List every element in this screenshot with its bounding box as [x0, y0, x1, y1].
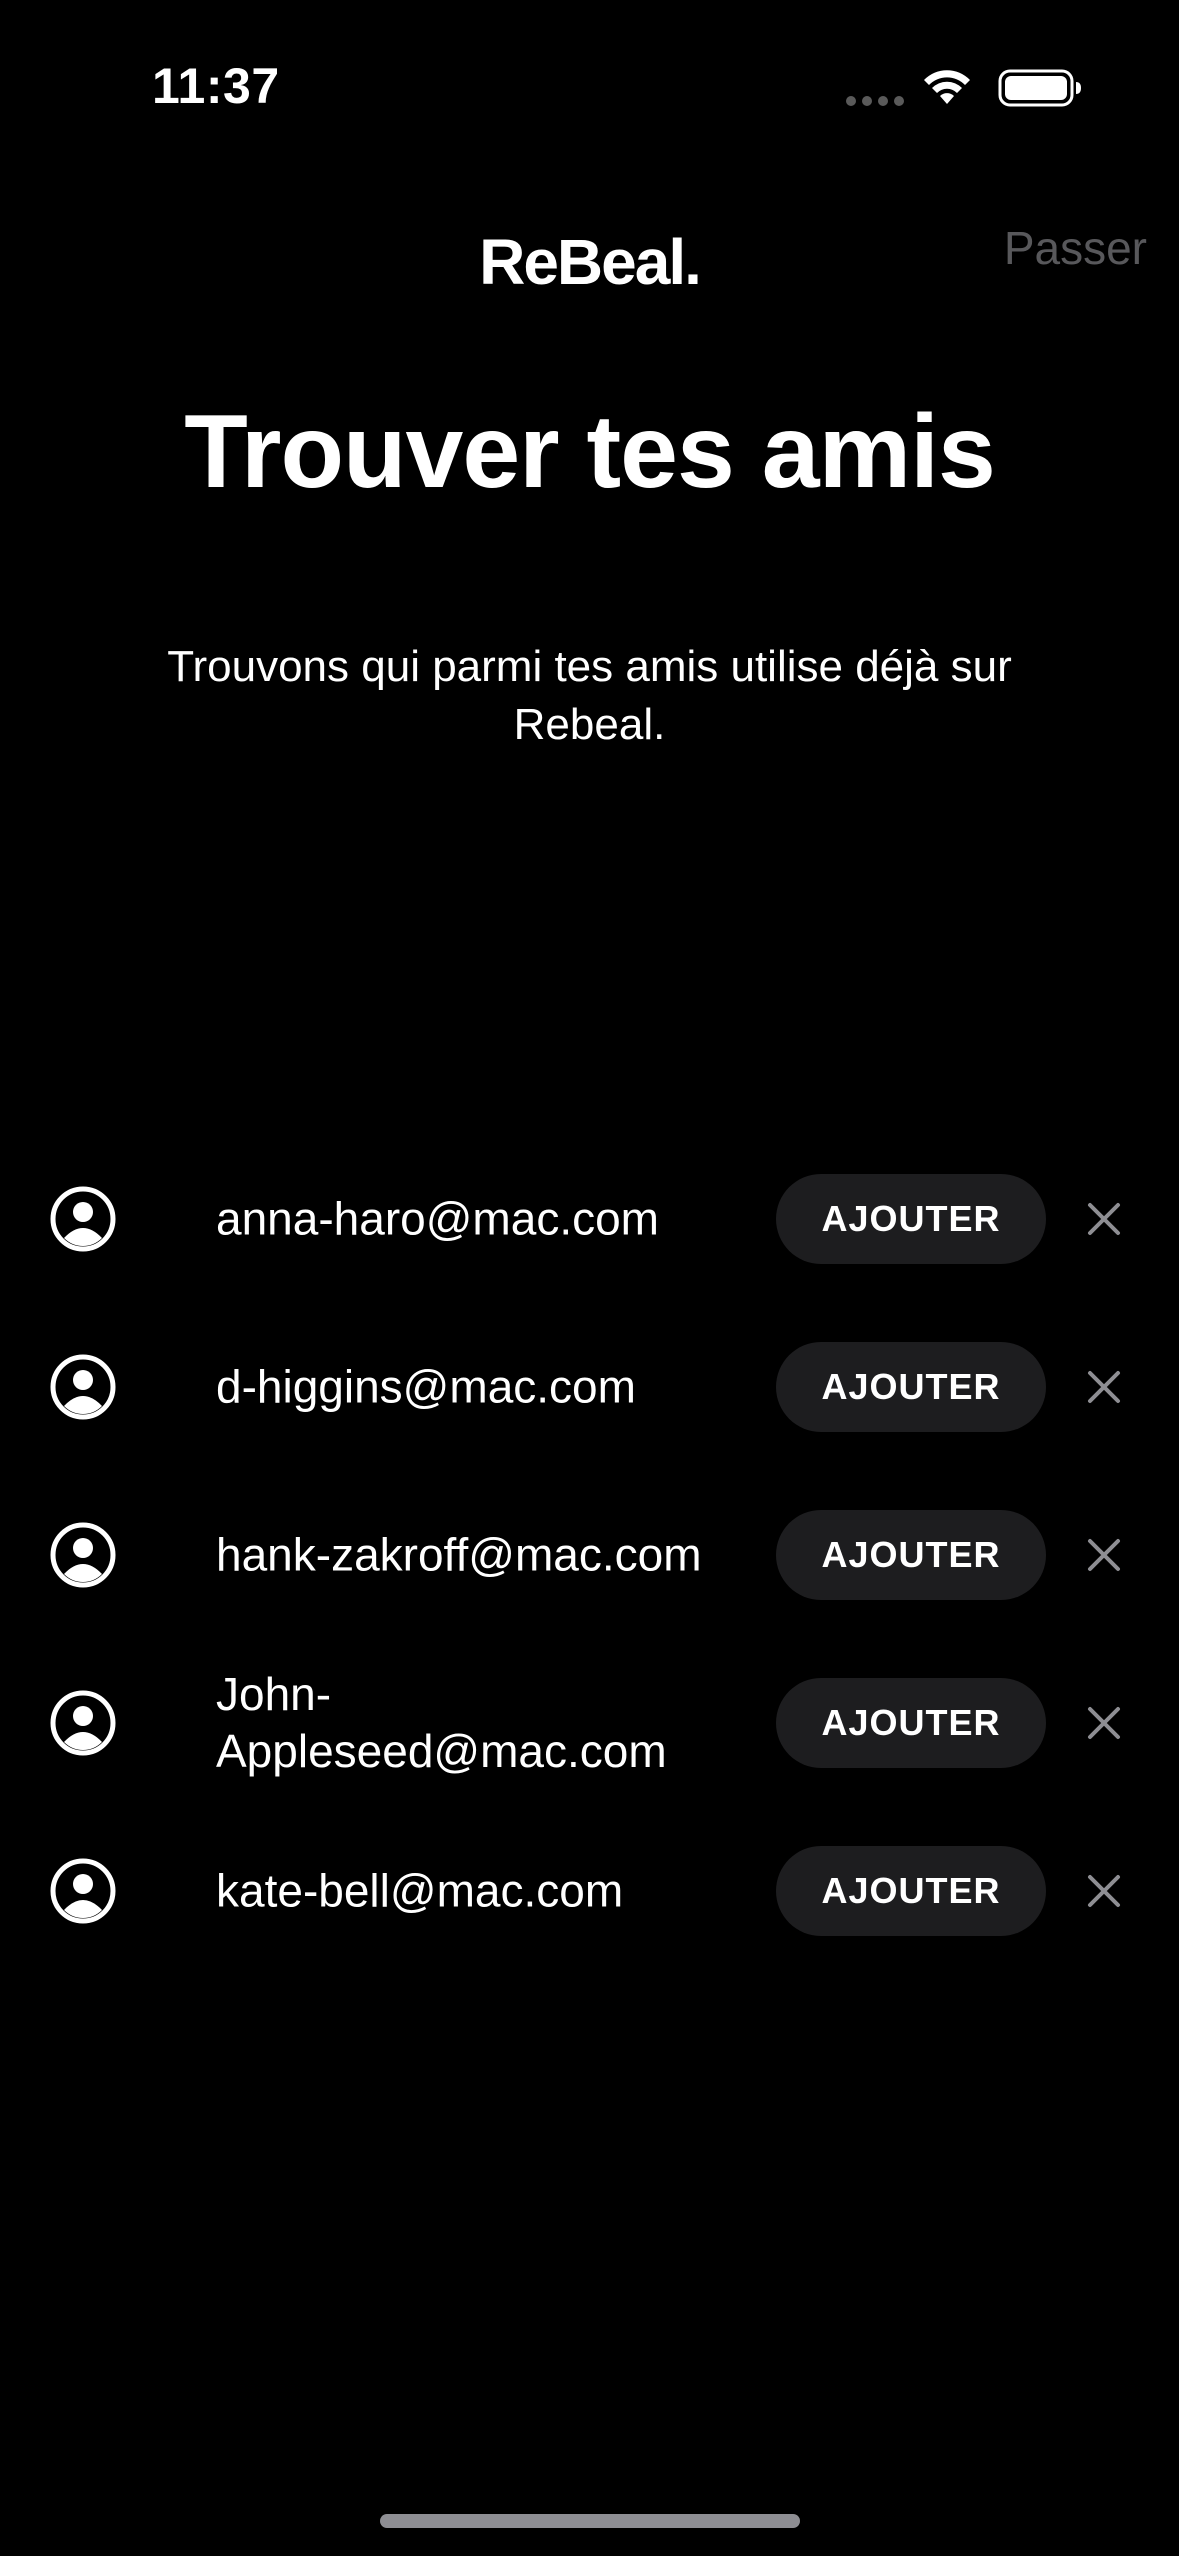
contact-row: anna-haro@mac.com AJOUTER [0, 1135, 1179, 1303]
close-icon[interactable] [1082, 1365, 1126, 1409]
status-time: 11:37 [152, 58, 280, 114]
person-circle-icon [50, 1186, 116, 1252]
person-circle-icon [50, 1858, 116, 1924]
close-icon[interactable] [1082, 1197, 1126, 1241]
brand-logo: ReBeal. [479, 226, 702, 298]
home-indicator[interactable] [380, 2514, 800, 2528]
add-friend-button[interactable]: AJOUTER [776, 1846, 1046, 1936]
person-circle-icon [50, 1690, 116, 1756]
add-friend-button[interactable]: AJOUTER [776, 1678, 1046, 1768]
person-circle-icon [50, 1522, 116, 1588]
close-icon[interactable] [1082, 1701, 1126, 1745]
close-icon[interactable] [1082, 1869, 1126, 1913]
contact-email: John-Appleseed@mac.com [216, 1668, 667, 1777]
contact-email: anna-haro@mac.com [216, 1192, 659, 1245]
wifi-icon [924, 70, 970, 104]
add-friend-button[interactable]: AJOUTER [776, 1510, 1046, 1600]
page-subtitle: Trouvons qui parmi tes amis utilise déjà… [167, 642, 1012, 749]
contact-row: d-higgins@mac.com AJOUTER [0, 1303, 1179, 1471]
person-circle-icon [50, 1354, 116, 1420]
contact-row: hank-zakroff@mac.com AJOUTER [0, 1471, 1179, 1639]
close-icon[interactable] [1082, 1533, 1126, 1577]
battery-icon [998, 69, 1081, 107]
skip-button[interactable]: Passer [1004, 218, 1147, 278]
contact-email: d-higgins@mac.com [216, 1360, 636, 1413]
contact-email: hank-zakroff@mac.com [216, 1528, 702, 1581]
status-bar: 11:37 [0, 0, 1179, 150]
contact-row: John-Appleseed@mac.com AJOUTER [0, 1639, 1179, 1807]
contact-row: kate-bell@mac.com AJOUTER [0, 1807, 1179, 1975]
add-friend-button[interactable]: AJOUTER [776, 1342, 1046, 1432]
contact-email: kate-bell@mac.com [216, 1864, 624, 1917]
cellular-signal-icon [846, 96, 904, 106]
add-friend-button[interactable]: AJOUTER [776, 1174, 1046, 1264]
contacts-list: anna-haro@mac.com AJOUTER d-higgins@mac.… [0, 1135, 1179, 1975]
page-title: Trouver tes amis [184, 394, 996, 510]
